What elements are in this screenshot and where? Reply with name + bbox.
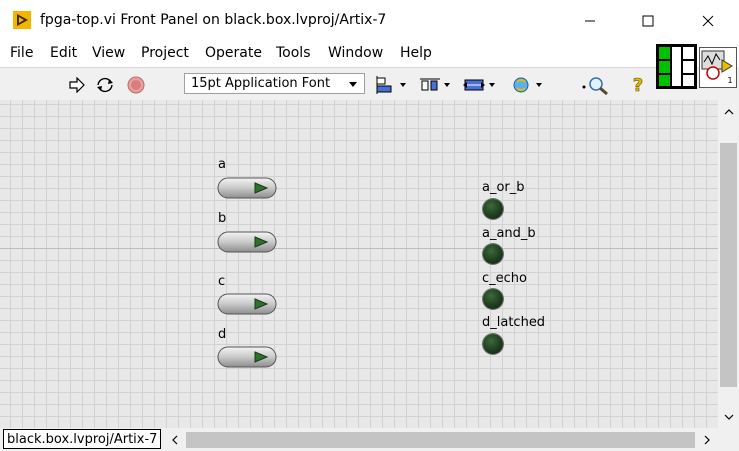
connector-pane-icon[interactable] xyxy=(656,44,697,89)
menu-bar: File Edit View Project Operate Tools Win… xyxy=(0,41,739,67)
menu-file[interactable]: File xyxy=(10,45,33,61)
control-b-button[interactable] xyxy=(217,231,277,253)
font-select[interactable]: 15pt Application Font xyxy=(184,73,365,94)
scroll-right-arrow-icon[interactable] xyxy=(698,430,716,449)
indicator-label-c-echo: c_echo xyxy=(482,271,527,286)
help-icon[interactable]: ? xyxy=(628,74,648,96)
search-icon[interactable] xyxy=(582,74,612,96)
horizontal-scroll-thumb[interactable] xyxy=(186,432,695,448)
control-d-button[interactable] xyxy=(217,346,277,368)
scroll-up-arrow-icon[interactable] xyxy=(718,100,739,124)
abort-stop-icon[interactable] xyxy=(126,74,146,96)
maximize-button[interactable] xyxy=(625,0,671,41)
toolbar: 15pt Application Font ? xyxy=(0,67,656,102)
font-select-value: 15pt Application Font xyxy=(191,76,331,91)
control-label-d: d xyxy=(218,327,227,342)
align-objects-icon[interactable] xyxy=(376,74,408,96)
indicator-label-a-or-b: a_or_b xyxy=(482,180,525,195)
vi-icon[interactable]: 1 xyxy=(699,47,737,88)
resize-objects-icon[interactable] xyxy=(463,74,497,96)
reorder-icon[interactable] xyxy=(510,74,544,96)
chevron-down-icon xyxy=(349,82,357,87)
vertical-scroll-thumb[interactable] xyxy=(720,143,737,387)
indicator-a-and-b-led xyxy=(483,244,503,264)
menu-edit[interactable]: Edit xyxy=(50,45,77,61)
indicator-c-echo-led xyxy=(483,289,503,309)
window-title: fpga-top.vi Front Panel on black.box.lvp… xyxy=(40,12,387,28)
vi-icon-number: 1 xyxy=(727,76,732,85)
control-label-a: a xyxy=(218,157,226,172)
run-continuously-icon[interactable] xyxy=(94,74,116,96)
menu-project[interactable]: Project xyxy=(141,45,189,61)
indicator-d-latched-led xyxy=(483,334,503,354)
indicator-a-or-b-led xyxy=(483,199,503,219)
control-label-c: c xyxy=(218,274,226,289)
front-panel[interactable]: a b c d a_or_b a_and_b c_echo d_latched xyxy=(0,100,718,428)
menu-operate[interactable]: Operate xyxy=(205,45,262,61)
distribute-objects-icon[interactable] xyxy=(420,74,452,96)
run-arrow-icon[interactable] xyxy=(68,74,86,96)
scroll-left-arrow-icon[interactable] xyxy=(166,430,184,449)
target-context-label: black.box.lvproj/Artix-7 xyxy=(3,429,162,449)
title-bar[interactable]: fpga-top.vi Front Panel on black.box.lvp… xyxy=(0,0,739,41)
menu-tools[interactable]: Tools xyxy=(276,45,311,61)
close-button[interactable] xyxy=(685,0,731,41)
control-label-b: b xyxy=(218,211,227,226)
minimize-button[interactable] xyxy=(567,0,613,41)
panel-divider xyxy=(0,248,718,249)
labview-app-icon xyxy=(13,11,31,29)
control-c-button[interactable] xyxy=(217,293,277,315)
menu-view[interactable]: View xyxy=(92,45,125,61)
indicator-label-d-latched: d_latched xyxy=(482,315,546,330)
indicator-label-a-and-b: a_and_b xyxy=(482,226,536,241)
control-a-button[interactable] xyxy=(217,177,277,199)
menu-help[interactable]: Help xyxy=(400,45,432,61)
scroll-down-arrow-icon[interactable] xyxy=(718,406,739,428)
svg-text:?: ? xyxy=(633,75,643,96)
menu-window[interactable]: Window xyxy=(328,45,383,61)
